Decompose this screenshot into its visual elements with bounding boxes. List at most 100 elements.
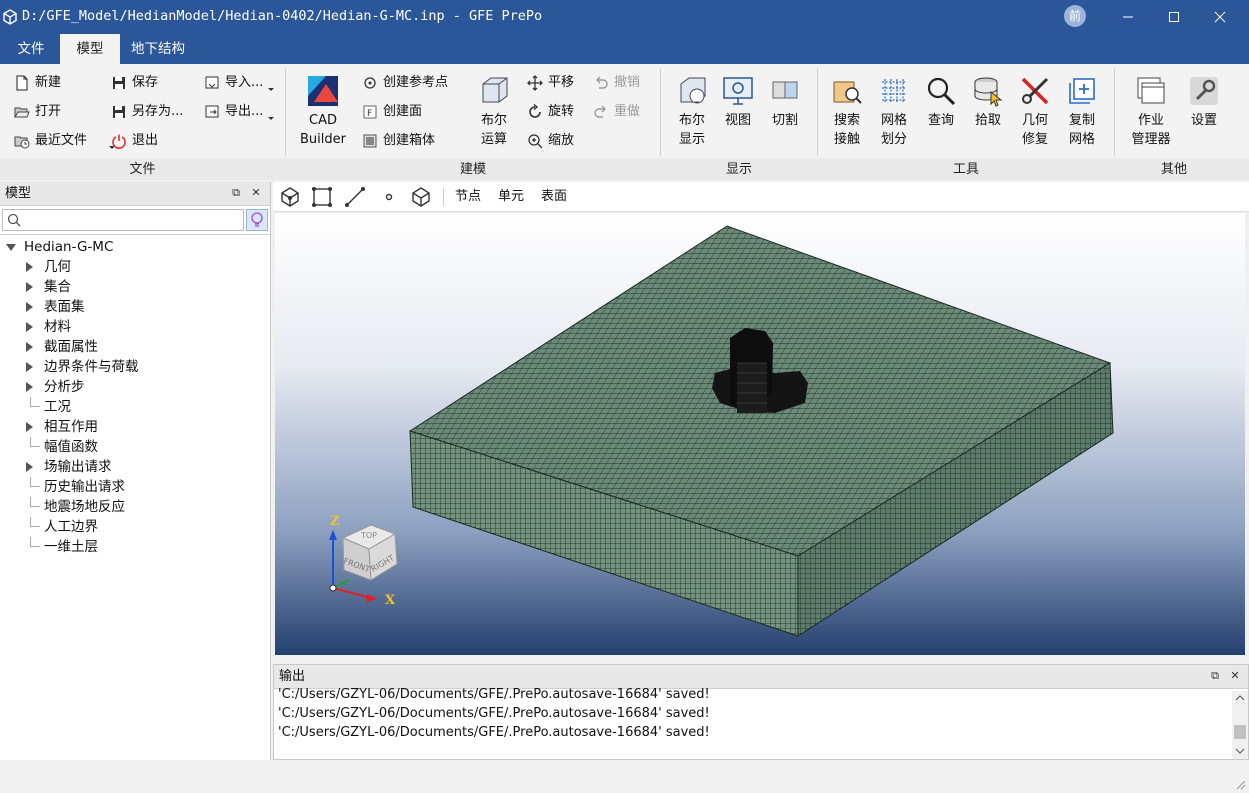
expand-arrow-icon[interactable] [26, 322, 33, 332]
group-label-display: 显示 [725, 162, 752, 177]
model-panel-header: 模型 ⧉ ✕ [0, 182, 270, 206]
power-icon [112, 134, 126, 149]
select-surface-button[interactable]: 表面 [541, 188, 567, 206]
cad-builder-button[interactable]: CAD Builder [296, 72, 350, 149]
group-label-modeling: 建模 [459, 162, 486, 177]
tree-connector [30, 437, 40, 447]
boolean-display-icon [680, 77, 706, 104]
tree-item-label: 边界条件与荷载 [44, 359, 139, 375]
wrench-icon [1190, 77, 1218, 105]
search-icon [7, 213, 21, 227]
tree-item-label: 幅值函数 [44, 439, 98, 455]
pick-button[interactable]: 拾取 [967, 72, 1009, 130]
float-output-icon[interactable]: ⧉ [1208, 669, 1222, 683]
group-label-file: 文件 [129, 162, 156, 177]
toolbar-divider [443, 188, 444, 206]
boolean-display-button[interactable]: 布尔 显示 [670, 72, 714, 149]
expand-arrow-icon[interactable] [26, 302, 33, 312]
view-button[interactable]: 视图 [718, 72, 758, 130]
close-button[interactable] [1197, 0, 1243, 34]
tree-item-label: 集合 [44, 279, 71, 295]
group-separator [285, 68, 286, 156]
query-button[interactable]: 查询 [920, 72, 962, 130]
export-dropdown-caret [268, 117, 274, 120]
model-panel: 模型 ⧉ ✕ Hedian-G-MC 几何 集合 表面集 材料 截面属性 边界条件与荷载分… [0, 182, 271, 760]
boolean-operation-icon [482, 77, 508, 103]
model-panel-title: 模型 [5, 186, 32, 201]
select-element-button[interactable]: 单元 [498, 188, 524, 206]
job-manager-icon [1137, 77, 1165, 104]
expand-arrow-icon[interactable] [26, 362, 33, 372]
tree-item-label: 分析步 [44, 379, 85, 395]
window-title: D:/GFE_Model/HedianModel/Hedian-0402/Hed… [22, 8, 543, 24]
rotate-icon [529, 104, 541, 118]
copy-mesh-button[interactable]: 复制 网格 [1061, 72, 1103, 149]
zoom-icon [528, 134, 543, 149]
pick-layers-icon [974, 77, 1003, 107]
expand-arrow-icon[interactable] [26, 282, 33, 292]
group-separator [660, 68, 661, 156]
tab-file[interactable]: 文件 [6, 34, 56, 64]
output-panel: 输出 ⧉ ✕ 'C:/Users/GZYL-06/Documents/GFE/.… [273, 664, 1249, 760]
tree-item-label: 场输出请求 [44, 459, 112, 475]
minimize-button[interactable] [1105, 0, 1151, 34]
mesh-generation-button[interactable]: 网格 划分 [873, 72, 915, 149]
tab-model[interactable]: 模型 [60, 34, 120, 64]
face-icon: F [363, 105, 377, 119]
model-tree: Hedian-G-MC 几何 集合 表面集 材料 截面属性 边界条件与荷载 分析步 工况 相互作… [0, 234, 270, 760]
ribbon: 新建 打开 最近文件 保存 另存为... 退出 导入... 导出... 文件 C… [0, 64, 1249, 180]
scrollbar-arrows-icon [1234, 695, 1246, 754]
search-contact-button[interactable]: 搜索 接触 [826, 72, 868, 149]
export-icon [205, 105, 219, 118]
select-node-button[interactable]: 节点 [455, 188, 481, 206]
cut-button[interactable]: 切割 [765, 72, 805, 130]
expand-arrow-icon[interactable] [26, 262, 33, 272]
new-file-icon [16, 75, 28, 91]
expand-arrow-icon[interactable] [26, 342, 33, 352]
tree-item-label: 相互作用 [44, 419, 98, 435]
maximize-button[interactable] [1151, 0, 1197, 34]
tree-item-label: 一维土层 [44, 539, 98, 555]
box-icon [363, 134, 377, 148]
model-search-input[interactable] [2, 209, 244, 231]
boolean-operation-button[interactable]: 布尔 运算 [472, 72, 516, 149]
geometry-repair-button[interactable]: 几何 修复 [1014, 72, 1056, 149]
expand-arrow-icon[interactable] [26, 462, 33, 472]
job-manager-button[interactable]: 作业 管理器 [1126, 72, 1176, 149]
collapse-arrow-icon[interactable] [6, 244, 16, 251]
select-edge-icon[interactable] [344, 186, 366, 208]
minimize-icon [1123, 16, 1133, 18]
lightbulb-icon [251, 212, 263, 227]
view-cube-axes[interactable]: Z X TOP FRONT RIGHT [315, 508, 435, 608]
tree-connector [30, 517, 40, 527]
repair-tools-icon [1021, 77, 1049, 105]
z-axis-label: Z [330, 514, 340, 529]
import-dropdown-caret [268, 88, 274, 91]
x-axis-arrow [366, 594, 377, 602]
expand-arrow-icon[interactable] [26, 382, 33, 392]
float-panel-icon[interactable]: ⧉ [229, 186, 243, 200]
close-output-icon[interactable]: ✕ [1228, 669, 1242, 683]
x-axis-line [332, 587, 372, 599]
user-avatar[interactable]: 前 [1064, 5, 1086, 27]
tree-connector [30, 477, 40, 487]
cad-builder-icon [308, 76, 338, 106]
3d-viewport[interactable]: Z X TOP FRONT RIGHT [275, 213, 1245, 655]
status-bar [0, 761, 1249, 793]
select-solid-icon[interactable] [279, 186, 301, 208]
output-scrollbar[interactable] [1232, 691, 1248, 759]
select-body-icon[interactable] [410, 186, 432, 208]
axis-origin [329, 584, 337, 592]
tree-item-label: 材料 [44, 319, 71, 335]
resize-grip-icon[interactable] [1236, 780, 1246, 790]
settings-button[interactable]: 设置 [1184, 72, 1224, 130]
filter-lightbulb-button[interactable] [246, 209, 268, 231]
select-face-icon[interactable] [311, 186, 333, 208]
expand-arrow-icon[interactable] [26, 422, 33, 432]
tree-connector [30, 497, 40, 507]
maximize-icon [1169, 12, 1179, 22]
tab-underground[interactable]: 地下结构 [124, 34, 192, 64]
title-bar: D:/GFE_Model/HedianModel/Hedian-0402/Hed… [0, 0, 1249, 34]
select-point-icon[interactable] [378, 186, 400, 208]
close-panel-icon[interactable]: ✕ [249, 186, 263, 200]
